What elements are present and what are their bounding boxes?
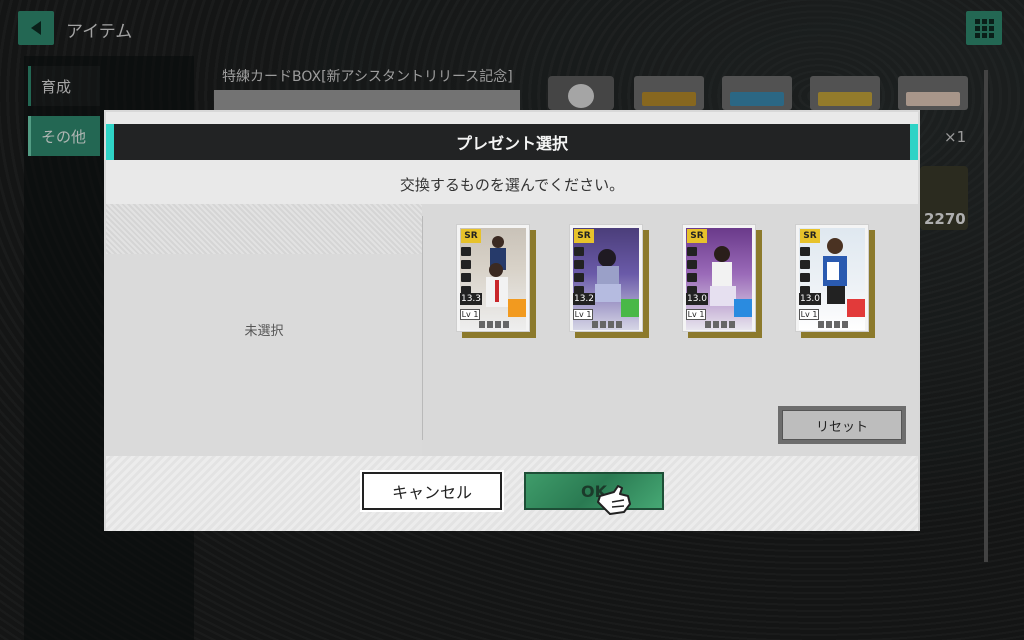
rank-pips [592, 321, 622, 328]
unselected-label: 未選択 [244, 324, 284, 339]
header-accent-left [106, 124, 114, 160]
dialog-header: プレゼント選択 [106, 124, 918, 160]
skill-icons [800, 247, 810, 295]
card-option-4[interactable]: SR 13.0 Lv 1 [795, 224, 869, 332]
skill-icons [687, 247, 697, 295]
dialog-footer: キャンセル OK [106, 456, 918, 531]
skill-icons [461, 247, 471, 295]
rarity-badge: SR [687, 229, 707, 243]
selected-slot[interactable]: 未選択 [106, 204, 422, 456]
attribute-icon [621, 299, 639, 317]
card-option-2[interactable]: SR 13.2 Lv 1 [569, 224, 643, 332]
rarity-badge: SR [800, 229, 820, 243]
present-select-dialog: プレゼント選択 交換するものを選んでください。 未選択 SR 13.3 Lv 1… [104, 110, 920, 531]
attribute-icon [508, 299, 526, 317]
dialog-title: プレゼント選択 [455, 134, 568, 153]
card-level: Lv 1 [573, 309, 593, 320]
reset-button[interactable]: リセット [778, 406, 906, 444]
rank-pips [479, 321, 509, 328]
attribute-icon [734, 299, 752, 317]
card-option-3[interactable]: SR 13.0 Lv 1 [682, 224, 756, 332]
rarity-badge: SR [461, 229, 481, 243]
card-stat: 13.0 [686, 293, 708, 305]
card-stat: 13.2 [573, 293, 595, 305]
card-stat: 13.0 [799, 293, 821, 305]
dialog-content: 未選択 SR 13.3 Lv 1 SR 13.2 Lv 1 SR 13.0 Lv… [106, 204, 918, 456]
skill-icons [574, 247, 584, 295]
pointer-hand-icon [597, 485, 631, 515]
card-option-1[interactable]: SR 13.3 Lv 1 [456, 224, 530, 332]
reset-button-label: リセット [782, 410, 902, 440]
card-level: Lv 1 [460, 309, 480, 320]
divider [422, 216, 423, 440]
rarity-badge: SR [574, 229, 594, 243]
cancel-button[interactable]: キャンセル [362, 472, 502, 510]
rank-pips [818, 321, 848, 328]
rank-pips [705, 321, 735, 328]
hatch-pattern [106, 204, 422, 254]
card-stat: 13.3 [460, 293, 482, 305]
dialog-instruction: 交換するものを選んでください。 [399, 176, 625, 194]
card-level: Lv 1 [799, 309, 819, 320]
attribute-icon [847, 299, 865, 317]
header-accent-right [910, 124, 918, 160]
card-level: Lv 1 [686, 309, 706, 320]
